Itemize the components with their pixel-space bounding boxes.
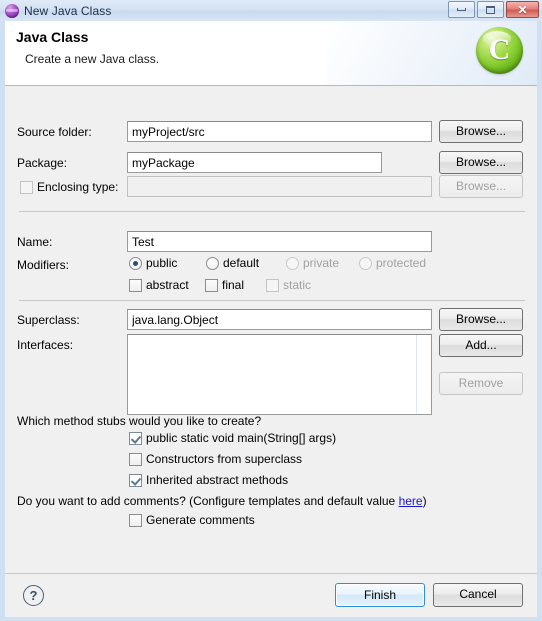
page-subtitle: Create a new Java class. (25, 52, 160, 66)
comments-question-suffix: ) (422, 494, 427, 508)
interfaces-add-button[interactable]: Add... (439, 334, 523, 357)
superclass-browse-button[interactable]: Browse... (439, 308, 523, 331)
modifier-checkbox-static (266, 279, 279, 292)
superclass-input[interactable] (127, 309, 432, 330)
minimize-icon (457, 8, 466, 11)
enclosing-type-label: Enclosing type: (37, 180, 119, 194)
close-icon: ✕ (517, 2, 528, 17)
modifier-radio-public[interactable] (129, 257, 142, 270)
source-folder-input[interactable] (127, 121, 432, 142)
modifier-label-static: static (283, 278, 312, 292)
configure-templates-link[interactable]: here (399, 494, 423, 508)
help-icon[interactable]: ? (23, 585, 44, 606)
stub-label-main: public static void main(String[] args) (146, 431, 337, 445)
stub-label-constructors: Constructors from superclass (146, 452, 303, 466)
dialog-content: Source folder: Browse... Package: Browse… (5, 86, 537, 573)
modifier-radio-default[interactable] (206, 257, 219, 270)
separator-middle (19, 300, 525, 301)
source-folder-label: Source folder: (17, 125, 92, 139)
modifier-checkbox-final[interactable] (205, 279, 218, 292)
source-folder-browse-button[interactable]: Browse... (439, 120, 523, 143)
dialog-footer: ? Finish Cancel (5, 573, 537, 617)
superclass-label: Superclass: (17, 313, 80, 327)
cancel-button[interactable]: Cancel (433, 583, 523, 607)
java-class-icon-letter: C (488, 32, 511, 66)
interfaces-scrollbar-track[interactable] (416, 335, 417, 414)
modifier-radio-private (286, 257, 299, 270)
window-title: New Java Class (24, 3, 112, 18)
enclosing-type-input[interactable] (127, 176, 432, 197)
interfaces-label: Interfaces: (17, 338, 74, 352)
dialog-frame: Java Class Create a new Java class. C So… (5, 21, 537, 617)
close-button[interactable]: ✕ (506, 1, 539, 18)
maximize-icon (486, 5, 495, 14)
stub-checkbox-inherited[interactable] (129, 474, 142, 487)
modifier-label-public: public (146, 256, 178, 270)
stub-checkbox-main[interactable] (129, 432, 142, 445)
page-title: Java Class (16, 29, 89, 45)
enclosing-type-checkbox[interactable] (20, 181, 33, 194)
interfaces-listbox[interactable] (127, 334, 432, 415)
separator-top (19, 211, 525, 212)
dialog-header: Java Class Create a new Java class. C (5, 21, 537, 86)
comments-question-prefix: Do you want to add comments? (Configure … (17, 494, 399, 508)
modifier-label-final: final (222, 278, 245, 292)
stub-checkbox-constructors[interactable] (129, 453, 142, 466)
comments-question: Do you want to add comments? (Configure … (17, 494, 427, 508)
modifier-label-protected: protected (376, 256, 427, 270)
modifier-label-private: private (303, 256, 340, 270)
method-stubs-question: Which method stubs would you like to cre… (17, 414, 262, 428)
name-input[interactable] (127, 231, 432, 252)
modifiers-label: Modifiers: (17, 258, 70, 272)
eclipse-sphere-icon (5, 3, 19, 18)
new-java-class-dialog: New Java Class ✕ Java Class Create a new… (0, 0, 542, 621)
package-input[interactable] (127, 152, 382, 173)
stub-label-inherited: Inherited abstract methods (146, 473, 289, 487)
generate-comments-label: Generate comments (146, 513, 255, 527)
generate-comments-checkbox[interactable] (129, 514, 142, 527)
minimize-button[interactable] (448, 1, 475, 18)
title-bar[interactable]: New Java Class ✕ (0, 0, 542, 21)
modifier-label-abstract: abstract (146, 278, 189, 292)
window-controls: ✕ (448, 1, 539, 18)
name-label: Name: (17, 235, 53, 249)
modifier-label-default: default (223, 256, 260, 270)
interfaces-remove-button: Remove (439, 372, 523, 395)
enclosing-type-browse-button: Browse... (439, 175, 523, 198)
java-class-icon: C (476, 27, 523, 74)
package-browse-button[interactable]: Browse... (439, 151, 523, 174)
package-label: Package: (17, 156, 68, 170)
modifier-radio-protected (359, 257, 372, 270)
finish-button[interactable]: Finish (335, 583, 425, 607)
maximize-button[interactable] (477, 1, 504, 18)
modifier-checkbox-abstract[interactable] (129, 279, 142, 292)
